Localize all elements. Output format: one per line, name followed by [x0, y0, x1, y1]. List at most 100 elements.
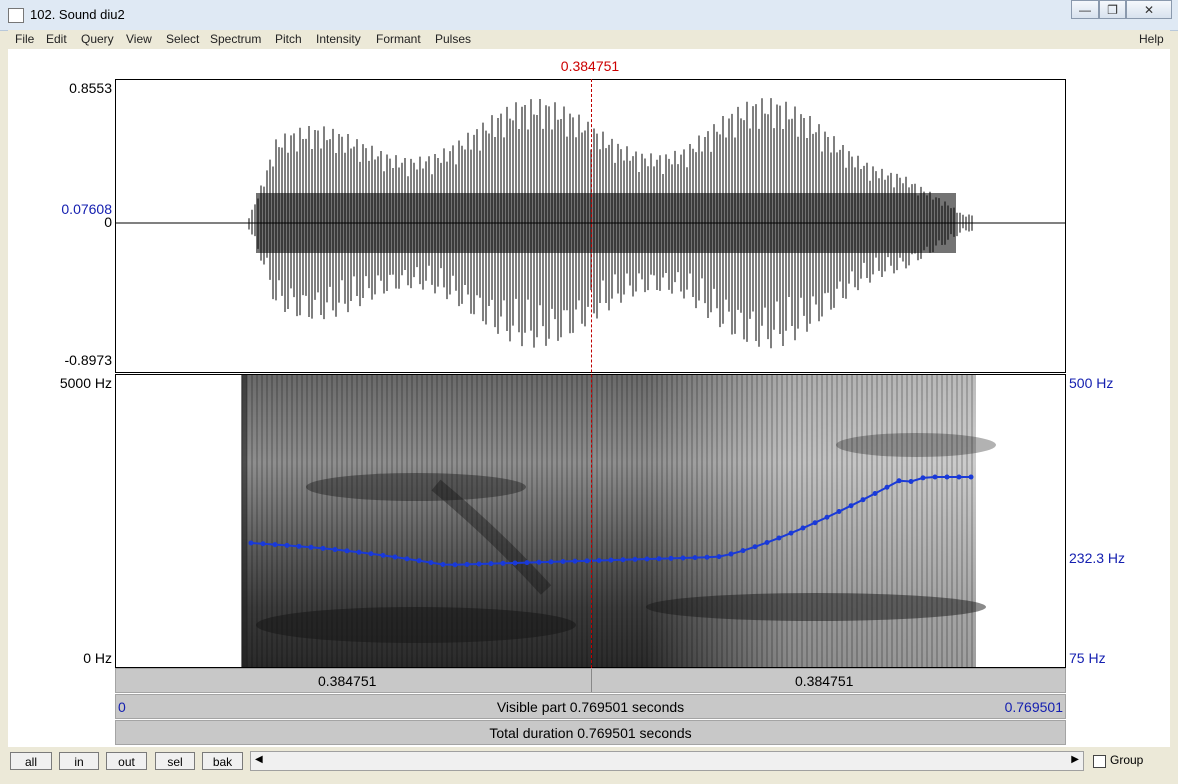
pitch-top-label: 500 Hz	[1069, 375, 1114, 391]
pitch-point	[896, 478, 902, 484]
pitch-point	[968, 474, 974, 480]
waveform-ymax-label: 0.8553	[69, 80, 112, 96]
pitch-point	[800, 525, 806, 531]
pitch-point	[392, 554, 398, 560]
pitch-point	[812, 520, 818, 526]
pitch-point	[512, 560, 518, 566]
menu-query[interactable]: Query	[81, 32, 114, 46]
menu-bar: File Edit Query View Select Spectrum Pit…	[8, 30, 1170, 49]
visible-end-time: 0.769501	[1004, 699, 1063, 715]
waveform-dense-core	[256, 193, 956, 253]
scroll-left-arrow-icon[interactable]: ◀	[255, 754, 263, 765]
zoom-back-button[interactable]: bak	[202, 752, 243, 770]
visible-part-bar[interactable]: 0 Visible part 0.769501 seconds 0.769501	[115, 694, 1066, 719]
pitch-point	[956, 474, 962, 480]
close-button[interactable]: ✕	[1126, 0, 1172, 19]
pitch-point	[824, 514, 830, 520]
menu-pulses[interactable]: Pulses	[435, 32, 471, 46]
pitch-point	[668, 555, 674, 561]
pitch-point	[680, 555, 686, 561]
spectrogram-freq-top-label: 5000 Hz	[59, 375, 112, 391]
pitch-point	[356, 549, 362, 555]
horizontal-scrollbar[interactable]: ◀ ▶	[250, 751, 1084, 771]
pitch-point	[332, 547, 338, 553]
pitch-point	[500, 560, 506, 566]
bar-divider	[591, 669, 592, 692]
menu-formant[interactable]: Formant	[376, 32, 421, 46]
pitch-point	[272, 542, 278, 548]
maximize-button[interactable]: ❐	[1099, 0, 1126, 19]
pitch-point	[620, 557, 626, 563]
pitch-point	[644, 556, 650, 562]
spectrogram-freq-bottom-label: 0 Hz	[83, 650, 112, 666]
pitch-point	[404, 556, 410, 562]
pitch-point	[464, 561, 470, 567]
pitch-bottom-label: 75 Hz	[1069, 650, 1106, 666]
pitch-point	[776, 535, 782, 541]
selection-bar[interactable]: 0.384751 0.384751	[115, 668, 1066, 693]
pitch-point	[368, 551, 374, 557]
pitch-point	[692, 555, 698, 561]
pitch-point	[560, 559, 566, 565]
pitch-point	[656, 556, 662, 562]
title-bar: 102. Sound diu2 — ❐ ✕	[0, 0, 1178, 31]
pitch-point	[440, 562, 446, 568]
app-icon	[8, 8, 24, 23]
pitch-point	[488, 561, 494, 567]
pitch-point	[908, 479, 914, 484]
pitch-point	[548, 559, 554, 565]
menu-spectrum[interactable]: Spectrum	[210, 32, 261, 46]
pitch-point	[416, 558, 422, 564]
menu-intensity[interactable]: Intensity	[316, 32, 361, 46]
cursor-line	[591, 79, 592, 668]
right-part-duration[interactable]: 0.384751	[795, 673, 853, 689]
waveform-zero-label: 0	[104, 214, 112, 230]
pitch-point	[632, 556, 638, 562]
pitch-point	[884, 484, 890, 490]
pitch-point	[344, 548, 350, 554]
pitch-point	[836, 509, 842, 515]
zoom-in-button[interactable]: in	[59, 752, 99, 770]
left-part-duration[interactable]: 0.384751	[318, 673, 376, 689]
pitch-cursor-value-label: 232.3 Hz	[1069, 550, 1126, 566]
pitch-point	[248, 540, 254, 546]
pitch-point	[584, 558, 590, 564]
pitch-point	[752, 544, 758, 550]
pitch-point	[320, 545, 326, 551]
pitch-point	[476, 561, 482, 567]
total-duration-text[interactable]: Total duration 0.769501 seconds	[116, 725, 1065, 741]
group-checkbox[interactable]	[1093, 755, 1106, 768]
pitch-point	[944, 474, 950, 480]
pitch-point	[452, 562, 458, 568]
pitch-point	[308, 544, 314, 550]
pitch-point	[284, 542, 290, 548]
menu-pitch[interactable]: Pitch	[275, 32, 302, 46]
zoom-all-button[interactable]: all	[10, 752, 52, 770]
pitch-point	[596, 557, 602, 563]
zoom-sel-button[interactable]: sel	[155, 752, 195, 770]
minimize-button[interactable]: —	[1071, 0, 1099, 19]
cursor-time-label: 0.384751	[560, 58, 620, 74]
menu-select[interactable]: Select	[166, 32, 199, 46]
spectrogram-image	[241, 375, 996, 667]
pitch-point	[704, 554, 710, 560]
zoom-out-button[interactable]: out	[106, 752, 147, 770]
pitch-point	[872, 491, 878, 497]
pitch-point	[920, 475, 926, 481]
waveform-signal	[248, 98, 973, 349]
waveform-ymin-label: -0.8973	[64, 352, 112, 368]
pitch-point	[740, 548, 746, 554]
total-duration-bar[interactable]: Total duration 0.769501 seconds	[115, 720, 1066, 745]
menu-file[interactable]: File	[15, 32, 34, 46]
visible-part-text[interactable]: Visible part 0.769501 seconds	[116, 699, 1065, 715]
pitch-point	[572, 558, 578, 564]
pitch-point	[296, 543, 302, 549]
pitch-point	[260, 541, 266, 547]
pitch-point	[788, 530, 794, 536]
pitch-point	[716, 554, 722, 560]
menu-view[interactable]: View	[126, 32, 152, 46]
pitch-point	[536, 559, 542, 565]
menu-help[interactable]: Help	[1139, 32, 1164, 46]
scroll-right-arrow-icon[interactable]: ▶	[1071, 754, 1079, 765]
menu-edit[interactable]: Edit	[46, 32, 67, 46]
